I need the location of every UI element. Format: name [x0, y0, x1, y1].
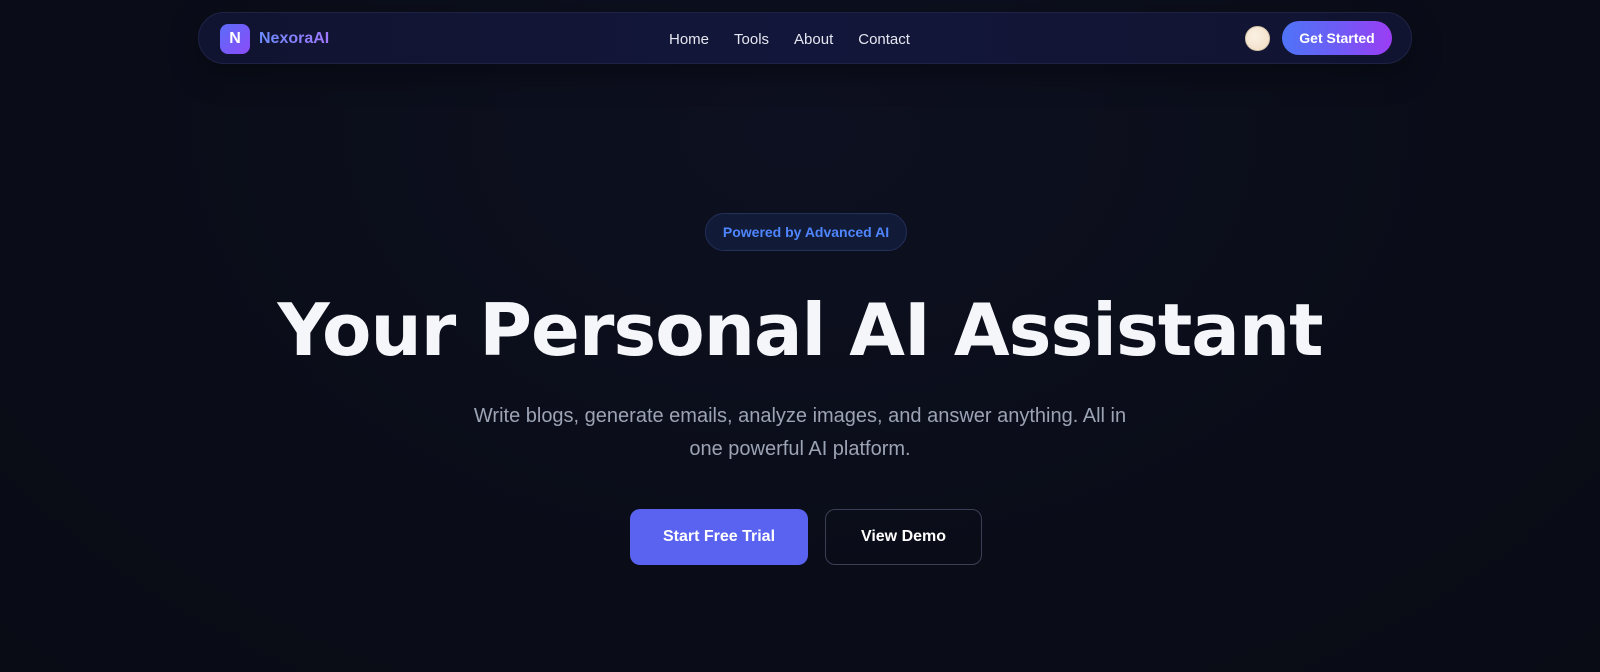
nav-link-home[interactable]: Home	[669, 31, 709, 48]
start-free-trial-button[interactable]: Start Free Trial	[630, 509, 808, 565]
nav-links: Home Tools About Contact	[669, 13, 910, 65]
top-navbar: N NexoraAI Home Tools About Contact Get …	[198, 12, 1412, 64]
powered-by-badge: Powered by Advanced AI	[705, 213, 907, 251]
hero-title: Your Personal AI Assistant	[277, 288, 1323, 372]
brand-name: NexoraAI	[259, 30, 330, 47]
nav-link-about[interactable]: About	[794, 31, 833, 48]
user-avatar-icon[interactable]	[1245, 26, 1270, 51]
landing-page: N NexoraAI Home Tools About Contact Get …	[0, 0, 1600, 672]
nav-link-tools[interactable]: Tools	[734, 31, 769, 48]
brand-home-link[interactable]: N NexoraAI	[220, 24, 329, 54]
hero-subtitle: Write blogs, generate emails, analyze im…	[473, 405, 1127, 460]
get-started-button[interactable]: Get Started	[1282, 21, 1392, 55]
brand-logo-icon: N	[220, 24, 250, 54]
view-demo-button[interactable]: View Demo	[825, 509, 982, 565]
nav-link-contact[interactable]: Contact	[858, 31, 910, 48]
